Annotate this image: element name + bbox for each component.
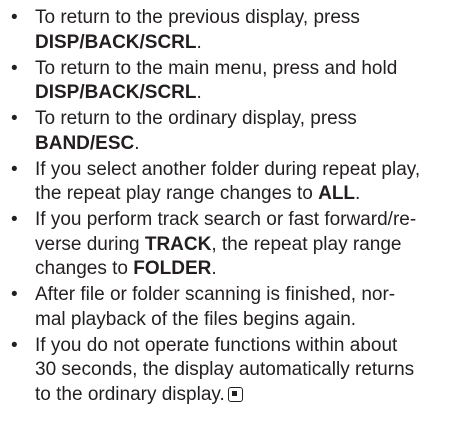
bullet-icon: • bbox=[11, 158, 18, 180]
item-line: to the ordinary display. bbox=[35, 383, 454, 408]
item-line: To return to the main menu, press and ho… bbox=[35, 57, 398, 79]
item-line: If you select another folder during repe… bbox=[35, 158, 421, 180]
item-line: To return to the ordinary display, press bbox=[35, 108, 357, 129]
list-item: • To return to the main menu, press and … bbox=[0, 57, 454, 106]
setting-name: FOLDER bbox=[133, 258, 212, 279]
item-line: verse during TRACK, the repeat play rang… bbox=[35, 233, 402, 255]
item-line: DISP/BACK/SCRL. bbox=[35, 31, 202, 53]
bullet-icon: • bbox=[11, 209, 18, 230]
button-name: DISP/BACK/SCRL bbox=[35, 82, 197, 103]
item-line: After file or folder scanning is finishe… bbox=[35, 284, 396, 305]
item-line: changes to FOLDER. bbox=[35, 258, 217, 279]
list-item: • If you do not operate functions within… bbox=[0, 334, 454, 408]
item-line: mal playback of the files begins again. bbox=[35, 308, 357, 330]
list-item: • To return to the previous display, pre… bbox=[0, 6, 454, 55]
setting-name: TRACK bbox=[144, 233, 212, 255]
bullet-icon: • bbox=[11, 284, 18, 305]
item-line: If you perform track search or fast forw… bbox=[35, 209, 417, 230]
bullet-icon: • bbox=[11, 334, 18, 356]
item-line: If you do not operate functions within a… bbox=[35, 334, 398, 356]
list-item: • To return to the ordinary display, pre… bbox=[0, 107, 454, 156]
button-name: BAND/ESC bbox=[35, 132, 135, 154]
item-line: To return to the previous display, press bbox=[35, 7, 360, 28]
item-line: 30 seconds, the display automatically re… bbox=[35, 359, 415, 380]
bullet-icon: • bbox=[11, 57, 18, 79]
bullet-icon: • bbox=[11, 108, 18, 129]
button-name: DISP/BACK/SCRL bbox=[35, 31, 197, 53]
document-page: • To return to the previous display, pre… bbox=[0, 0, 454, 436]
bullet-list: • To return to the previous display, pre… bbox=[0, 0, 454, 407]
item-line: the repeat play range changes to ALL. bbox=[35, 183, 361, 204]
list-item: • After file or folder scanning is finis… bbox=[0, 283, 454, 332]
list-item: • If you perform track search or fast fo… bbox=[0, 208, 454, 282]
item-line: DISP/BACK/SCRL. bbox=[35, 82, 202, 103]
list-item: • If you select another folder during re… bbox=[0, 158, 454, 207]
item-line: BAND/ESC. bbox=[35, 132, 140, 154]
bullet-icon: • bbox=[11, 7, 18, 28]
setting-name: ALL bbox=[318, 183, 356, 204]
end-of-section-icon bbox=[227, 386, 243, 402]
